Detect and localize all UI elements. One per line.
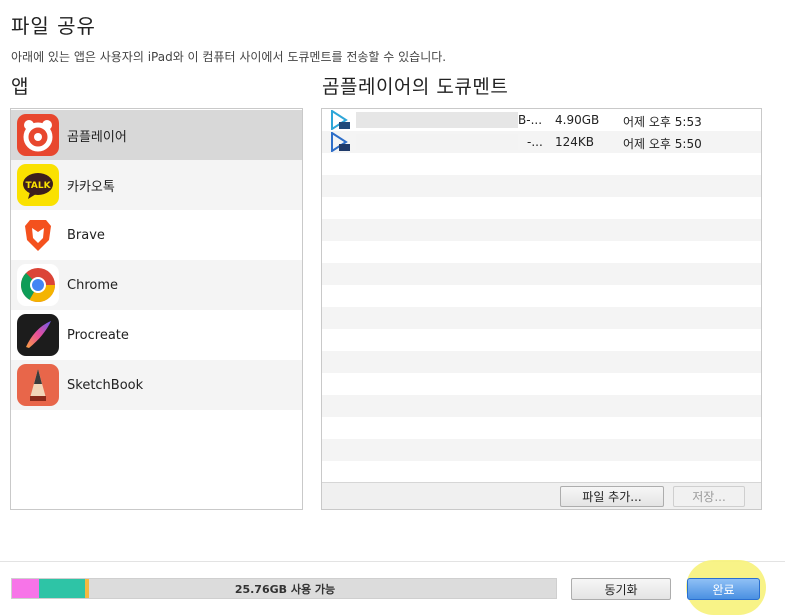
documents-list: B-... 4.90GB 어제 오후 5:53 -... 124KB 어제 오후… (321, 108, 762, 510)
app-label: Brave (67, 227, 105, 243)
document-date: 어제 오후 5:53 (623, 115, 702, 129)
app-label: Chrome (67, 277, 118, 293)
documents-stripe (322, 197, 761, 219)
document-row[interactable]: -... 124KB 어제 오후 5:50 (322, 131, 761, 153)
sync-button[interactable]: 동기화 (571, 578, 671, 600)
subtitle-file-icon (329, 131, 351, 153)
page-title: 파일 공유 (11, 14, 96, 38)
storage-label: 25.76GB 사용 가능 (234, 582, 336, 596)
app-label: 카카오톡 (67, 179, 115, 195)
app-item-chrome[interactable]: Chrome (11, 260, 302, 310)
documents-stripe (322, 285, 761, 307)
done-button[interactable]: 완료 (687, 578, 760, 600)
documents-stripe (322, 351, 761, 373)
document-name-tail: B-... (518, 113, 543, 127)
documents-stripe (322, 263, 761, 285)
sketchbook-icon (17, 364, 59, 406)
app-label: Procreate (67, 327, 129, 343)
document-name-tail: -... (527, 135, 543, 149)
documents-stripe (322, 461, 761, 483)
documents-stripe (322, 373, 761, 395)
documents-stripe (322, 175, 761, 197)
app-item-procreate[interactable]: Procreate (11, 310, 302, 360)
kakaotalk-icon: TALK (17, 164, 59, 206)
document-size: 4.90GB (555, 113, 600, 127)
footer-divider (0, 561, 785, 562)
app-item-sketchbook[interactable]: SketchBook (11, 360, 302, 410)
document-row[interactable]: B-... 4.90GB 어제 오후 5:53 (322, 109, 761, 131)
storage-bar: 25.76GB 사용 가능 (11, 578, 557, 599)
chrome-icon (17, 264, 59, 306)
save-button[interactable]: 저장... (673, 486, 745, 507)
app-item-gom-player[interactable]: 곰플레이어 (11, 110, 302, 160)
documents-stripe (322, 439, 761, 461)
documents-stripe (322, 307, 761, 329)
documents-stripe (322, 153, 761, 175)
documents-stripe (322, 417, 761, 439)
gom-player-icon (17, 114, 59, 156)
app-label: 곰플레이어 (67, 129, 127, 145)
apps-heading: 앱 (11, 76, 29, 98)
kakao-badge-text: TALK (25, 181, 51, 191)
brave-icon (17, 214, 59, 256)
app-item-brave[interactable]: Brave (11, 210, 302, 260)
document-name-redacted (356, 112, 518, 128)
page-subtitle: 아래에 있는 앱은 사용자의 iPad와 이 컴퓨터 사이에서 도큐멘트를 전송… (11, 50, 447, 64)
document-size: 124KB (555, 135, 595, 149)
documents-stripe (322, 329, 761, 351)
documents-stripe (322, 395, 761, 417)
app-item-kakaotalk[interactable]: TALK 카카오톡 (11, 160, 302, 210)
app-list-empty-row (11, 410, 302, 460)
documents-stripe (322, 241, 761, 263)
apps-list: 곰플레이어 TALK 카카오톡 Brave Chrome Procreate S… (10, 108, 303, 510)
documents-stripe (322, 219, 761, 241)
add-file-button[interactable]: 파일 추가... (560, 486, 664, 507)
document-date: 어제 오후 5:50 (623, 137, 702, 151)
documents-heading: 곰플레이어의 도큐멘트 (322, 76, 509, 98)
documents-toolbar: 파일 추가... 저장... (322, 482, 761, 509)
document-name-redacted (356, 134, 518, 150)
video-file-icon (329, 109, 351, 131)
procreate-icon (17, 314, 59, 356)
app-label: SketchBook (67, 377, 144, 393)
